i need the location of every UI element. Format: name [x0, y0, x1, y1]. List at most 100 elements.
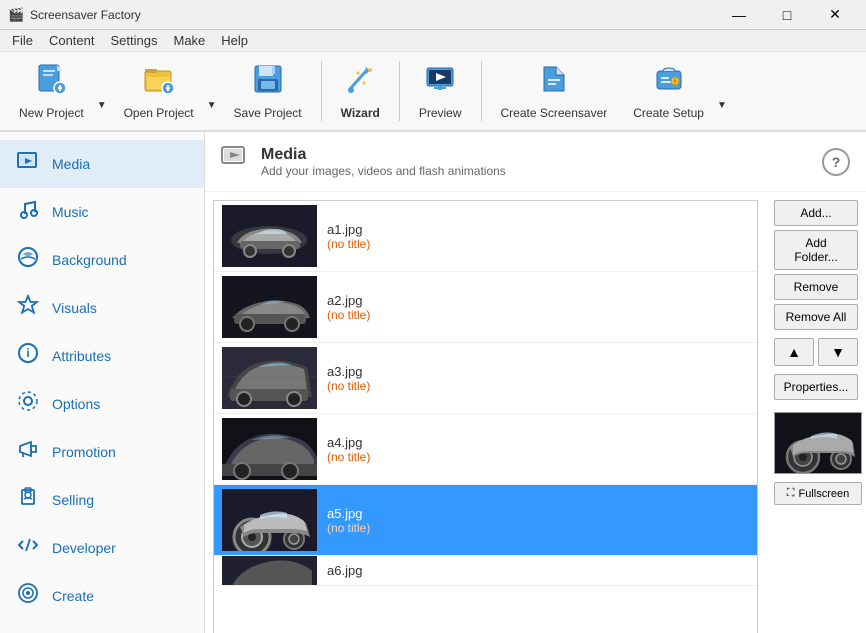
media-thumbnail	[222, 276, 317, 338]
help-button[interactable]: ?	[822, 148, 850, 176]
title-bar-controls: — □ ✕	[716, 0, 858, 30]
sidebar-item-attributes[interactable]: i Attributes	[0, 332, 204, 380]
toolbar: New Project ▼ Open Project ▼	[0, 52, 866, 132]
sidebar-item-background[interactable]: Background	[0, 236, 204, 284]
media-item[interactable]: a3.jpg (no title)	[214, 343, 757, 414]
move-down-button[interactable]: ▼	[818, 338, 858, 366]
create-setup-arrow[interactable]: ▼	[715, 55, 729, 127]
media-item-title-text: (no title)	[327, 450, 749, 464]
sidebar-item-media[interactable]: Media	[0, 140, 204, 188]
new-project-button[interactable]: New Project	[8, 55, 95, 127]
fullscreen-icon: ⛶	[787, 487, 795, 500]
main-layout: Media Music Background	[0, 132, 866, 633]
media-item-filename: a4.jpg	[327, 435, 749, 450]
title-bar-text: Screensaver Factory	[30, 8, 716, 22]
open-project-button[interactable]: Open Project	[113, 55, 205, 127]
media-list[interactable]: a1.jpg (no title)	[213, 200, 758, 633]
sidebar-item-developer-label: Developer	[52, 540, 116, 556]
app-icon: 🎬	[8, 7, 24, 23]
maximize-button[interactable]: □	[764, 0, 810, 30]
media-item-info: a2.jpg (no title)	[327, 293, 749, 322]
music-icon	[16, 198, 40, 226]
sidebar-item-selling-label: Selling	[52, 492, 94, 508]
media-thumbnail	[222, 205, 317, 267]
promotion-icon	[16, 438, 40, 466]
menu-content[interactable]: Content	[41, 31, 103, 50]
content-area: Media Add your images, videos and flash …	[205, 132, 866, 633]
wizard-button[interactable]: Wizard	[330, 55, 391, 127]
media-icon	[16, 150, 40, 178]
open-project-arrow[interactable]: ▼	[205, 55, 219, 127]
media-list-wrapper: a1.jpg (no title)	[205, 192, 766, 633]
svg-text:i: i	[26, 346, 29, 360]
media-item-info: a1.jpg (no title)	[327, 222, 749, 251]
sidebar-item-attributes-label: Attributes	[52, 348, 111, 364]
preview-icon	[424, 63, 456, 102]
sidebar-item-media-label: Media	[52, 156, 90, 172]
sidebar-item-visuals[interactable]: Visuals	[0, 284, 204, 332]
content-subtitle: Add your images, videos and flash animat…	[261, 164, 506, 178]
developer-icon	[16, 534, 40, 562]
media-item-filename: a6.jpg	[327, 563, 749, 578]
media-item-filename: a3.jpg	[327, 364, 749, 379]
new-project-arrow[interactable]: ▼	[95, 55, 109, 127]
save-project-button[interactable]: Save Project	[223, 55, 313, 127]
sidebar-item-music[interactable]: Music	[0, 188, 204, 236]
create-setup-button[interactable]: Create Setup	[622, 55, 715, 127]
create-icon	[16, 582, 40, 610]
media-item-title-text: (no title)	[327, 237, 749, 251]
add-button[interactable]: Add...	[774, 200, 858, 226]
media-item-info: a5.jpg (no title)	[327, 506, 749, 535]
sidebar-item-create[interactable]: Create	[0, 572, 204, 620]
sidebar-item-options-label: Options	[52, 396, 100, 412]
media-item[interactable]: a5.jpg (no title)	[214, 485, 757, 556]
create-screensaver-label: Create Screensaver	[501, 106, 608, 120]
properties-button[interactable]: Properties...	[774, 374, 858, 400]
content-title: Media	[261, 146, 506, 164]
action-buttons-panel: Add... Add Folder... Remove Remove All ▲…	[766, 192, 866, 633]
media-item-title-text: (no title)	[327, 379, 749, 393]
media-item[interactable]: a2.jpg (no title)	[214, 272, 757, 343]
sidebar-item-create-label: Create	[52, 588, 94, 604]
media-item-title-text: (no title)	[327, 308, 749, 322]
wizard-label: Wizard	[341, 106, 380, 120]
remove-button[interactable]: Remove	[774, 274, 858, 300]
create-screensaver-button[interactable]: Create Screensaver	[490, 55, 619, 127]
add-folder-button[interactable]: Add Folder...	[774, 230, 858, 270]
media-thumbnail	[222, 489, 317, 551]
remove-all-button[interactable]: Remove All	[774, 304, 858, 330]
media-item[interactable]: a4.jpg (no title)	[214, 414, 757, 485]
options-icon	[16, 390, 40, 418]
save-project-icon	[252, 63, 284, 102]
sidebar-item-promotion-label: Promotion	[52, 444, 116, 460]
close-button[interactable]: ✕	[812, 0, 858, 30]
new-project-group: New Project ▼	[8, 55, 109, 127]
media-item-title-text: (no title)	[327, 521, 749, 535]
media-item-filename: a5.jpg	[327, 506, 749, 521]
wizard-icon	[344, 63, 376, 102]
preview-thumbnail	[774, 412, 862, 474]
media-item[interactable]: a6.jpg	[214, 556, 757, 586]
menu-make[interactable]: Make	[165, 31, 213, 50]
sidebar-item-selling[interactable]: Selling	[0, 476, 204, 524]
sidebar-item-options[interactable]: Options	[0, 380, 204, 428]
minimize-button[interactable]: —	[716, 0, 762, 30]
media-thumbnail	[222, 556, 317, 586]
media-item[interactable]: a1.jpg (no title)	[214, 201, 757, 272]
toolbar-separator-3	[481, 61, 482, 121]
media-thumbnail	[222, 418, 317, 480]
create-setup-group: Create Setup ▼	[622, 55, 729, 127]
open-project-icon	[143, 63, 175, 102]
media-thumbnail	[222, 347, 317, 409]
menu-file[interactable]: File	[4, 31, 41, 50]
sidebar-item-developer[interactable]: Developer	[0, 524, 204, 572]
menu-settings[interactable]: Settings	[103, 31, 166, 50]
move-up-button[interactable]: ▲	[774, 338, 814, 366]
menu-help[interactable]: Help	[213, 31, 256, 50]
fullscreen-button[interactable]: ⛶ Fullscreen	[774, 482, 862, 505]
sidebar-item-promotion[interactable]: Promotion	[0, 428, 204, 476]
create-setup-label: Create Setup	[633, 106, 704, 120]
title-bar: 🎬 Screensaver Factory — □ ✕	[0, 0, 866, 30]
background-icon	[16, 246, 40, 274]
preview-button[interactable]: Preview	[408, 55, 473, 127]
